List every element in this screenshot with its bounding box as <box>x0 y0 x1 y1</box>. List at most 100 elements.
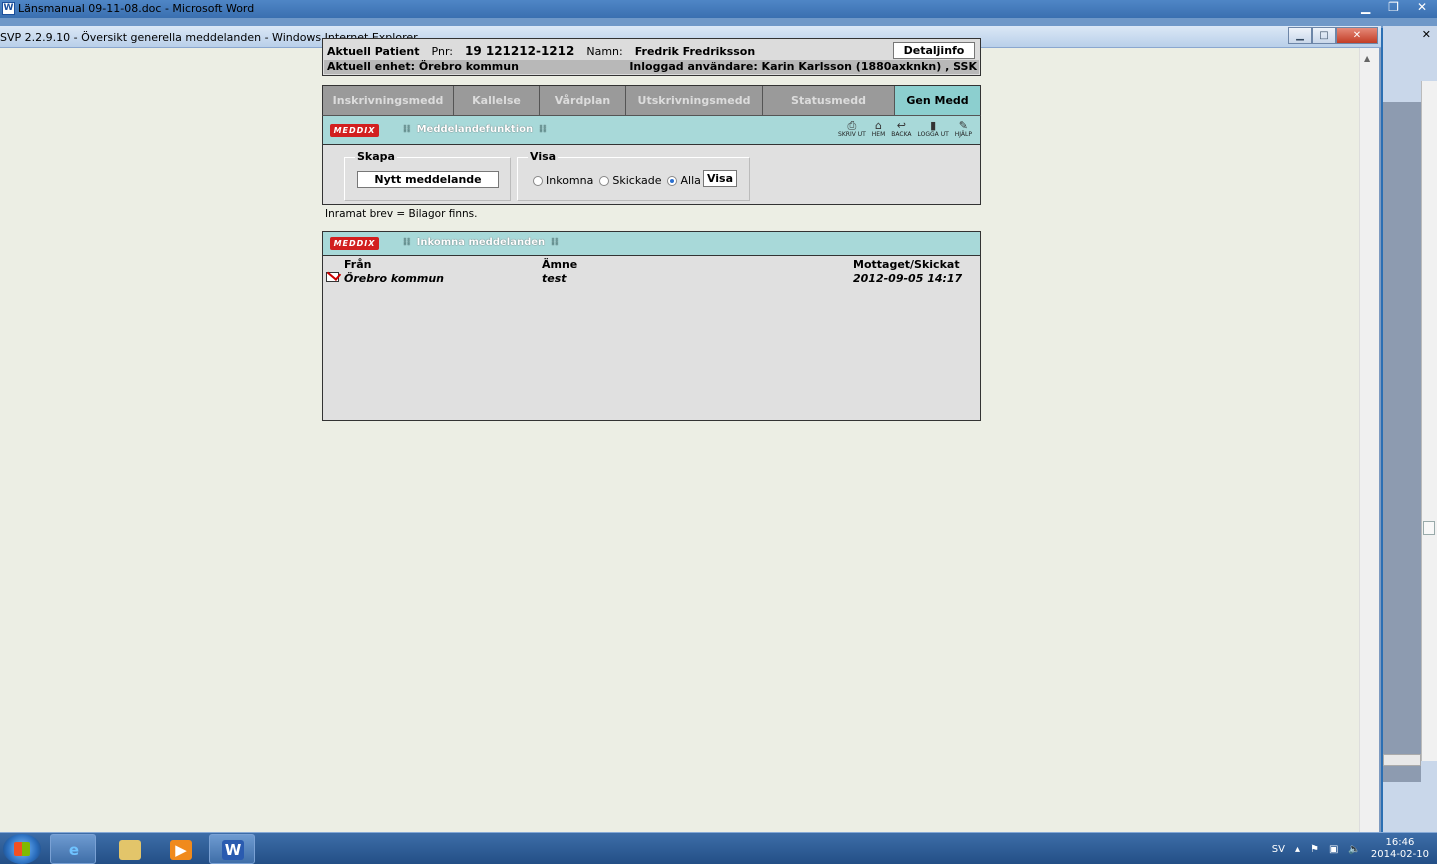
radio-skickade-circle[interactable] <box>599 176 610 186</box>
home-button[interactable]: ⌂ HEM <box>872 120 885 138</box>
back-icon: ↩ <box>896 119 907 132</box>
patient-label: Aktuell Patient <box>327 45 420 58</box>
media-player-icon: ▶ <box>170 840 192 860</box>
word-icon: W <box>222 840 244 860</box>
clock[interactable]: 16:46 2014-02-10 <box>1371 837 1429 861</box>
envelope-icon <box>326 272 339 282</box>
print-button[interactable]: ⎙ SKRIV UT <box>838 120 866 138</box>
word-doc-close-icon[interactable]: ✕ <box>1422 28 1431 41</box>
col-date[interactable]: Mottaget/Skickat <box>853 258 960 271</box>
ie-icon: e <box>68 841 80 859</box>
meddix-logo-inbox: MEDDIX <box>330 237 379 250</box>
language-indicator[interactable]: SV <box>1272 844 1285 855</box>
view-button[interactable]: Visa <box>703 170 737 187</box>
tab-kallelse[interactable]: Kallelse <box>454 86 540 115</box>
start-button[interactable] <box>3 834 41 864</box>
scroll-up-icon[interactable]: ▲ <box>1364 54 1370 63</box>
tab-utskrivningsmedd[interactable]: Utskrivningsmedd <box>626 86 763 115</box>
section-title-text: Meddelandefunktion <box>416 124 534 135</box>
ie-maximize-button[interactable]: □ <box>1312 27 1336 44</box>
radio-inkomna-circle[interactable] <box>533 176 543 186</box>
logged-in-user: Inloggad användare: Karin Karlsson (1880… <box>629 60 977 73</box>
logout-label: LOGGA UT <box>917 131 949 138</box>
meddix-logo: MEDDIX <box>330 124 379 137</box>
word-side-area: ✕ <box>1383 26 1437 832</box>
col-from[interactable]: Från <box>344 258 372 271</box>
taskbar-explorer-button[interactable] <box>106 834 152 864</box>
volume-icon[interactable]: 🔈 <box>1348 844 1360 855</box>
word-titlebar[interactable]: W Länsmanual 09-11-08.doc - Microsoft Wo… <box>0 0 1437 18</box>
message-function-header: MEDDIX ⁞⁞ Meddelandefunktion ⁞⁞ ⎙ SKRIV UT… <box>322 115 981 145</box>
radio-alla-label: Alla <box>680 174 701 187</box>
folder-icon <box>119 840 141 860</box>
radio-skickade[interactable]: Skickade <box>599 174 661 187</box>
radio-alla-circle[interactable] <box>667 176 678 186</box>
row-from[interactable]: Örebro kommun <box>344 272 444 285</box>
pnr-label: Pnr: <box>431 45 453 58</box>
help-button[interactable]: ✎ HJÄLP <box>955 120 972 138</box>
tab-vardplan[interactable]: Vårdplan <box>540 86 626 115</box>
word-doc-icon: W <box>2 2 15 15</box>
word-minimize-button[interactable]: ▁ <box>1361 0 1370 18</box>
taskbar-word-button[interactable]: W <box>209 834 255 864</box>
word-window-title: Länsmanual 09-11-08.doc - Microsoft Word <box>18 2 255 15</box>
tab-gen-medd[interactable]: Gen Medd <box>895 86 980 115</box>
col-subject[interactable]: Ämne <box>542 258 577 271</box>
ie-close-button[interactable]: ✕ <box>1336 27 1378 44</box>
logout-button[interactable]: ▮ LOGGA UT <box>918 120 949 138</box>
inbox-header: MEDDIX ⁞⁞ Inkomna meddelanden ⁞⁞ <box>322 231 981 256</box>
printer-icon: ⎙ <box>847 119 857 132</box>
row-date[interactable]: 2012-09-05 14:17 <box>853 272 962 285</box>
create-view-panel: Skapa Nytt meddelande Visa Inkomna Skick… <box>322 145 981 205</box>
word-restore-button[interactable]: ❐ <box>1388 0 1399 18</box>
logout-icon: ▮ <box>930 119 937 132</box>
tab-inskrivningsmedd[interactable]: Inskrivningsmedd <box>323 86 454 115</box>
name-value: Fredrik Fredriksson <box>634 45 756 58</box>
current-unit: Aktuell enhet: Örebro kommun <box>327 60 519 73</box>
create-group: Skapa Nytt meddelande <box>344 150 511 201</box>
name-label: Namn: <box>586 45 623 58</box>
row-subject[interactable]: test <box>542 272 567 285</box>
view-group: Visa Inkomna Skickade Alla Visa <box>517 150 750 201</box>
clock-time: 16:46 <box>1385 837 1415 848</box>
ie-minimize-button[interactable]: ▁ <box>1288 27 1312 44</box>
back-button[interactable]: ↩ BACKA <box>891 120 911 138</box>
help-label: HJÄLP <box>954 131 972 138</box>
svp-app: Aktuell Patient Pnr: 19 121212-1212 Namn… <box>322 38 981 421</box>
toolbar-icons: ⎙ SKRIV UT ⌂ HEM ↩ BACKA ▮ LOGGA UT ✎ HJ… <box>838 120 972 138</box>
radio-alla[interactable]: Alla <box>667 174 701 187</box>
radio-inkomna-label: Inkomna <box>546 174 594 187</box>
patient-bar: Aktuell Patient Pnr: 19 121212-1212 Namn… <box>322 38 981 76</box>
attachment-note: Inramat brev = Bilagor finns. <box>325 208 478 220</box>
pnr-value: 19 121212-1212 <box>464 44 575 58</box>
home-icon: ⌂ <box>875 119 883 132</box>
word-vertical-scrollbar[interactable] <box>1421 81 1437 761</box>
tab-bar: Inskrivningsmedd Kallelse Vårdplan Utskr… <box>322 85 981 115</box>
flag-icon[interactable]: ⚑ <box>1310 844 1319 855</box>
network-icon[interactable]: ▣ <box>1329 844 1338 855</box>
radio-skickade-label: Skickade <box>612 174 662 187</box>
clock-date: 2014-02-10 <box>1370 849 1429 860</box>
tab-statusmedd[interactable]: Statusmedd <box>763 86 895 115</box>
new-message-button[interactable]: Nytt meddelande <box>357 171 499 188</box>
taskbar: e ▶ W SV ▴ ⚑ ▣ 🔈 16:46 2014-02-10 <box>0 832 1437 864</box>
system-tray: SV ▴ ⚑ ▣ 🔈 16:46 2014-02-10 <box>1272 833 1437 864</box>
word-close-button[interactable]: ✕ <box>1417 0 1427 18</box>
back-label: BACKA <box>891 131 912 138</box>
home-label: HEM <box>871 131 886 138</box>
word-document-margin <box>1383 102 1421 782</box>
word-scroll-thumb[interactable] <box>1423 521 1435 535</box>
taskbar-ie-button[interactable]: e <box>50 834 96 864</box>
ie-vertical-scrollbar[interactable]: ▲ <box>1359 48 1379 832</box>
view-group-label: Visa <box>528 150 559 163</box>
tray-expand-icon[interactable]: ▴ <box>1295 844 1300 855</box>
taskbar-media-button[interactable]: ▶ <box>157 834 203 864</box>
radio-inkomna[interactable]: Inkomna <box>533 174 593 187</box>
word-horizontal-scrollbar[interactable] <box>1383 754 1421 766</box>
print-label: SKRIV UT <box>838 131 866 138</box>
inbox-list: Från Ämne Mottaget/Skickat Örebro kommun… <box>322 256 981 421</box>
create-group-label: Skapa <box>355 150 397 163</box>
detaljinfo-button[interactable]: Detaljinfo <box>893 42 975 59</box>
section-title: ⁞⁞ Meddelandefunktion ⁞⁞ <box>403 124 547 135</box>
windows-logo-icon <box>14 842 30 856</box>
